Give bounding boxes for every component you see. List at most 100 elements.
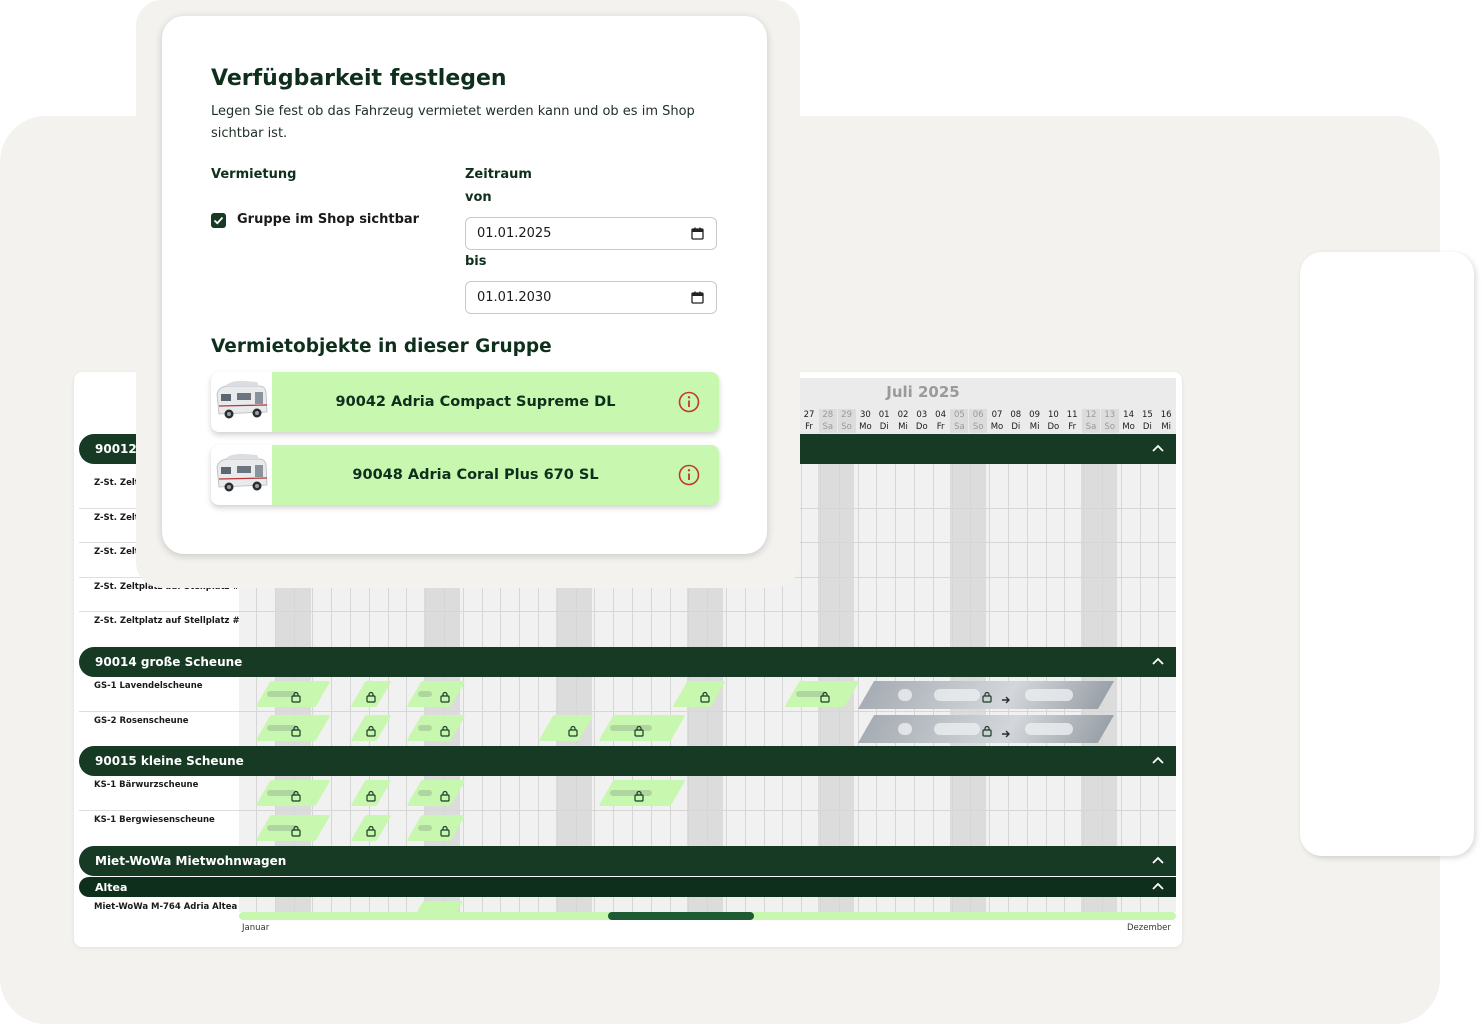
day-header: 15 Di — [1138, 409, 1156, 433]
weekday-abbr: Mi — [898, 422, 908, 432]
grid-line — [1102, 464, 1103, 647]
blurred-booking-text — [418, 725, 432, 731]
day-header: 06 So — [969, 409, 988, 433]
timeline-scrollbar-thumb[interactable] — [608, 912, 754, 920]
calendar-icon[interactable] — [691, 291, 704, 304]
blurred-booking-text — [898, 689, 912, 701]
lock-icon — [982, 688, 992, 703]
rental-object-card[interactable]: 90048 Adria Coral Plus 670 SL — [211, 445, 719, 505]
lock-icon — [366, 722, 376, 737]
to-date-input[interactable]: 01.01.2030 — [465, 281, 717, 314]
calendar-icon[interactable] — [691, 227, 704, 240]
grid-line — [970, 464, 971, 647]
grid-line — [670, 897, 671, 912]
grid-line — [632, 897, 633, 912]
day-header: 28 Sa — [818, 409, 837, 433]
group-bar-90014[interactable]: 90014 große Scheune — [79, 647, 1176, 677]
weekday-abbr: Sa — [1085, 422, 1097, 432]
day-header: 09 Mi — [1026, 409, 1044, 433]
day-number: 13 — [1104, 410, 1116, 420]
blurred-booking-text — [934, 689, 980, 701]
grid-line — [275, 897, 276, 912]
booking-block[interactable] — [416, 901, 464, 912]
lock-icon — [440, 722, 450, 737]
dialog-title: Verfügbarkeit festlegen — [211, 66, 507, 91]
weekend-column — [1081, 464, 1117, 647]
chevron-up-icon[interactable] — [1150, 441, 1166, 457]
weekend-column — [950, 464, 986, 647]
grid-line — [1102, 776, 1103, 846]
grid-line — [801, 776, 802, 846]
grid-line — [1008, 897, 1009, 912]
day-header: 29 So — [837, 409, 856, 433]
grid-line — [1008, 776, 1009, 846]
subgroup-bar-altea[interactable]: Altea — [79, 877, 1176, 897]
grid-line — [406, 776, 407, 846]
weekday-abbr: Fr — [936, 422, 945, 432]
blurred-booking-text — [418, 691, 432, 697]
day-header: 27 Fr — [800, 409, 818, 433]
grid-line — [933, 464, 934, 647]
grid-line — [858, 897, 859, 912]
blurred-booking-text — [418, 790, 432, 796]
chevron-up-icon[interactable] — [1150, 753, 1166, 769]
weekday-abbr: Di — [879, 422, 889, 432]
day-header: 16 Mi — [1157, 409, 1175, 433]
blurred-booking-text — [610, 725, 652, 731]
background-card — [1300, 252, 1474, 856]
grid-line — [651, 897, 652, 912]
grid-line — [876, 464, 877, 647]
day-header: 10 Do — [1044, 409, 1062, 433]
grid-line — [406, 897, 407, 912]
info-icon[interactable] — [678, 464, 700, 486]
day-number: 04 — [935, 410, 946, 420]
grid-line — [745, 897, 746, 912]
lock-icon — [366, 787, 376, 802]
camper-icon — [216, 453, 268, 492]
grid-line — [519, 897, 520, 912]
day-number: 03 — [916, 410, 928, 420]
shop-visible-label[interactable]: Gruppe im Shop sichtbar — [237, 212, 419, 227]
weekday-abbr: Do — [1047, 422, 1060, 432]
group-bar-90015[interactable]: 90015 kleine Scheune — [79, 746, 1176, 776]
grid-line — [576, 776, 577, 846]
grid-line — [1158, 776, 1159, 846]
day-number: 16 — [1160, 410, 1172, 420]
grid-line — [895, 897, 896, 912]
day-number: 12 — [1085, 410, 1097, 420]
grid-line — [1046, 464, 1047, 647]
grid-line — [331, 776, 332, 846]
from-date-input[interactable]: 01.01.2025 — [465, 217, 717, 250]
chevron-up-icon[interactable] — [1150, 853, 1166, 869]
day-header: 04 Fr — [932, 409, 950, 433]
grid-line — [989, 464, 990, 647]
grid-line — [256, 776, 257, 846]
chevron-up-icon[interactable] — [1150, 879, 1166, 895]
day-number: 29 — [841, 410, 852, 420]
grid-line — [952, 897, 953, 912]
chevron-up-icon[interactable] — [1150, 654, 1166, 670]
weekday-abbr: Di — [1142, 422, 1152, 432]
weekend-column — [950, 897, 986, 912]
grid-line — [538, 776, 539, 846]
day-number: 10 — [1047, 410, 1059, 420]
day-number: 02 — [897, 410, 909, 420]
grid-line — [801, 464, 802, 647]
info-icon[interactable] — [678, 391, 700, 413]
grid-line — [688, 897, 689, 912]
grid-line — [1121, 464, 1122, 647]
weekend-column — [1081, 776, 1117, 846]
grid-line — [782, 897, 783, 912]
grid-line — [933, 776, 934, 846]
grid-line — [895, 464, 896, 647]
grid-line — [482, 776, 483, 846]
grid-line — [858, 776, 859, 846]
blurred-booking-text — [898, 723, 912, 735]
lock-icon — [291, 688, 301, 703]
grid-line — [1140, 897, 1141, 912]
shop-visible-checkbox[interactable] — [211, 213, 226, 228]
lock-icon — [291, 722, 301, 737]
lock-icon — [634, 787, 644, 802]
rental-object-card[interactable]: 90042 Adria Compact Supreme DL — [211, 372, 719, 432]
group-bar-miet-wowa[interactable]: Miet-WoWa Mietwohnwagen — [79, 846, 1176, 876]
